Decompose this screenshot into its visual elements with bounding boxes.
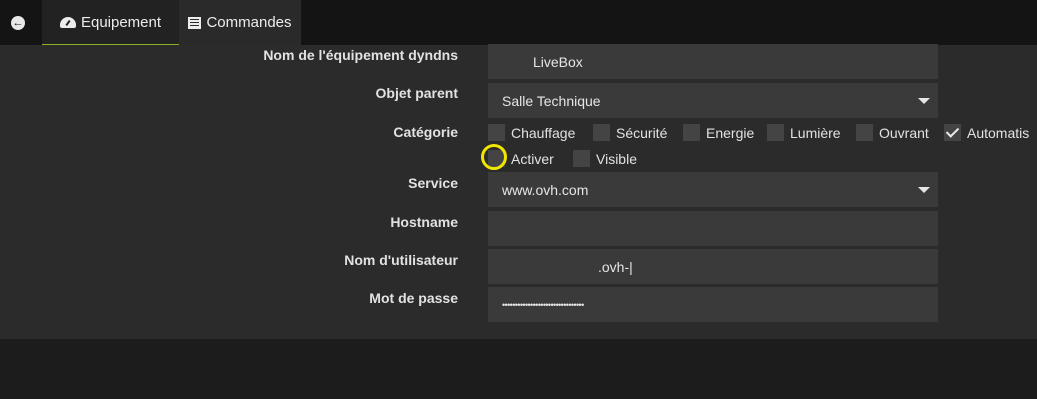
top-navigation-bar: ← Equipement Commandes [0,0,1037,45]
category-ouvrant-label: Ouvrant [879,124,929,141]
parent-object-label: Objet parent [375,85,458,101]
category-energie[interactable]: Energie [683,124,754,141]
click-highlight-circle [481,144,507,170]
equipment-name-label: Nom de l'équipement dyndns [263,47,458,63]
category-securite[interactable]: Sécurité [593,124,667,141]
hostname-input[interactable] [488,211,938,246]
username-value: .ovh-| [598,258,633,275]
category-lumiere[interactable]: Lumière [767,124,841,141]
service-select[interactable]: www.ovh.com [488,172,938,207]
checkbox-energie[interactable] [683,124,700,141]
category-securite-label: Sécurité [616,124,668,141]
list-icon [188,16,202,29]
flag-visible[interactable]: Visible [573,150,637,167]
checkbox-visible[interactable] [573,150,590,167]
checkbox-automatism-checked[interactable] [944,124,961,141]
arrow-left-circle-icon: ← [11,15,25,30]
parent-object-select[interactable]: Salle Technique [488,83,938,118]
parent-object-value: Salle Technique [502,92,601,109]
category-automatism-label: Automatis [967,124,1030,141]
password-value: •••••••••••••••••••••••••••••••• [502,299,584,310]
service-value: www.ovh.com [502,181,589,198]
equipment-name-input[interactable]: LiveBox [488,44,938,79]
category-automatism[interactable]: Automatis [944,124,1029,141]
back-button[interactable]: ← [0,0,36,45]
chevron-down-icon [918,98,930,104]
chevron-down-icon [918,187,930,193]
checkbox-chauffage[interactable] [488,124,505,141]
username-input[interactable]: .ovh-| [488,249,938,284]
dashboard-gauge-icon [59,16,76,28]
tab-equipement[interactable]: Equipement [42,0,179,45]
tab-commandes[interactable]: Commandes [179,0,301,45]
username-label: Nom d'utilisateur [344,252,458,268]
service-label: Service [408,175,458,191]
flag-activer-label: Activer [511,150,554,167]
category-chauffage[interactable]: Chauffage [488,124,575,141]
checkbox-lumiere[interactable] [767,124,784,141]
tab-commandes-label: Commandes [206,14,292,31]
category-ouvrant[interactable]: Ouvrant [856,124,929,141]
password-label: Mot de passe [369,290,458,306]
hostname-label: Hostname [390,214,458,230]
checkbox-ouvrant[interactable] [856,124,873,141]
category-label: Catégorie [393,124,458,140]
tab-equipement-label: Equipement [80,13,162,31]
category-energie-label: Energie [706,124,755,141]
category-chauffage-label: Chauffage [511,124,576,141]
category-lumiere-label: Lumière [790,124,841,141]
flag-visible-label: Visible [596,150,637,167]
equipment-name-value: LiveBox [533,53,583,70]
checkbox-securite[interactable] [593,124,610,141]
password-input[interactable]: •••••••••••••••••••••••••••••••• [488,287,938,322]
